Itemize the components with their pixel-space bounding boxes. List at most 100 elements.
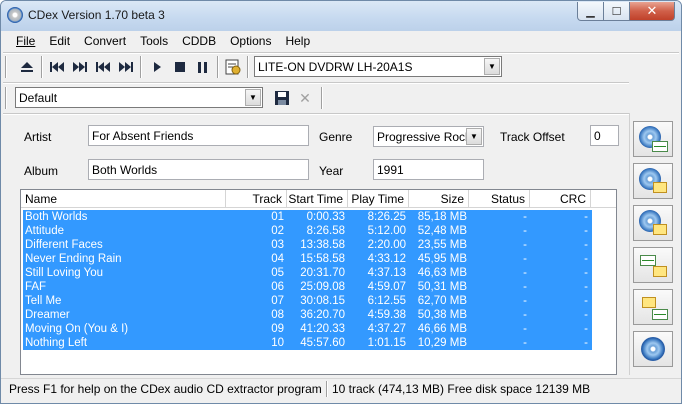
column-header-play-time[interactable]: Play Time bbox=[348, 190, 409, 208]
maximize-button[interactable]: ☐ bbox=[604, 2, 630, 21]
track-name: Dreamer bbox=[25, 309, 70, 321]
track-status: - bbox=[523, 211, 527, 223]
title-bar[interactable]: CDex Version 1.70 beta 3 ▁ ☐ ✕ bbox=[1, 1, 681, 31]
play-icon bbox=[154, 62, 161, 72]
column-header-start-time[interactable]: Start Time bbox=[287, 190, 348, 208]
column-header-size[interactable]: Size bbox=[409, 190, 469, 208]
track-name: FAF bbox=[25, 281, 47, 293]
column-header-name[interactable]: Name bbox=[21, 190, 226, 208]
track-offset-field[interactable]: 0 bbox=[590, 125, 619, 146]
album-label: Album bbox=[24, 164, 59, 178]
table-row[interactable]: FAF 06 25:09.08 4:59.07 50,31 MB - - bbox=[23, 280, 592, 294]
track-number: 10 bbox=[271, 337, 284, 349]
track-play-time: 1:01.15 bbox=[367, 337, 406, 349]
delete-profile-button[interactable]: ✕ bbox=[295, 88, 315, 108]
close-button[interactable]: ✕ bbox=[630, 2, 675, 21]
eject-icon bbox=[21, 62, 33, 72]
convert-wav-to-mp3-button[interactable] bbox=[633, 247, 673, 283]
track-start-time: 15:58.58 bbox=[300, 253, 345, 265]
track-crc: - bbox=[584, 239, 588, 251]
chevron-down-icon[interactable]: ▼ bbox=[245, 89, 261, 106]
column-header-status[interactable]: Status bbox=[469, 190, 530, 208]
stop-icon bbox=[175, 62, 185, 72]
extract-to-wav-button[interactable] bbox=[633, 121, 673, 157]
chevron-down-icon[interactable]: ▼ bbox=[484, 58, 500, 75]
track-list[interactable]: Name Track Start Time Play Time Size Sta… bbox=[20, 189, 617, 375]
track-status: - bbox=[523, 337, 527, 349]
column-header-crc[interactable]: CRC bbox=[530, 190, 591, 208]
column-header-track[interactable]: Track bbox=[226, 190, 287, 208]
caption-buttons: ▁ ☐ ✕ bbox=[577, 2, 675, 21]
table-row[interactable]: Both Worlds 01 0:00.33 8:26.25 85,18 MB - - bbox=[23, 210, 592, 224]
year-field[interactable]: 1991 bbox=[373, 159, 484, 180]
menu-tools[interactable]: Tools bbox=[133, 31, 175, 51]
transport-toolbar: LITE-ON DVDRW LH-20A1S ▼ bbox=[1, 53, 681, 81]
menu-edit[interactable]: Edit bbox=[42, 31, 77, 51]
convert-mp3-to-wav-button[interactable] bbox=[633, 289, 673, 325]
toolbar-separator bbox=[217, 56, 219, 78]
stop-button[interactable] bbox=[170, 57, 190, 77]
track-size: 62,70 MB bbox=[417, 295, 467, 307]
track-number: 09 bbox=[271, 323, 284, 335]
track-name: Different Faces bbox=[25, 239, 103, 251]
eject-button[interactable] bbox=[17, 57, 37, 77]
drive-select[interactable]: LITE-ON DVDRW LH-20A1S ▼ bbox=[254, 56, 502, 77]
track-name: Both Worlds bbox=[25, 211, 88, 223]
extract-partial-button[interactable] bbox=[633, 205, 673, 241]
genre-select[interactable]: Progressive Rock ▼ bbox=[373, 126, 484, 147]
toolbar-separator bbox=[41, 56, 43, 78]
play-button[interactable] bbox=[147, 57, 167, 77]
menu-help[interactable]: Help bbox=[278, 31, 317, 51]
maximize-icon: ☐ bbox=[611, 5, 622, 18]
menu-convert[interactable]: Convert bbox=[77, 31, 133, 51]
table-row[interactable]: Still Loving You 05 20:31.70 4:37.13 46,63 M… bbox=[23, 266, 592, 280]
track-number: 02 bbox=[271, 225, 284, 237]
artist-label: Artist bbox=[24, 130, 52, 144]
minimize-button[interactable]: ▁ bbox=[577, 2, 604, 21]
track-play-time: 6:12.55 bbox=[367, 295, 406, 307]
track-status: - bbox=[523, 295, 527, 307]
chevron-down-icon[interactable]: ▼ bbox=[466, 128, 482, 145]
track-start-time: 30:08.15 bbox=[300, 295, 345, 307]
table-row[interactable]: Different Faces 03 13:38.58 2:20.00 23,55 MB… bbox=[23, 238, 592, 252]
track-play-time: 4:37.13 bbox=[367, 267, 406, 279]
track-status: - bbox=[523, 267, 527, 279]
previous-track-button[interactable] bbox=[93, 57, 113, 77]
table-row[interactable]: Dreamer 08 36:20.70 4:59.38 50,38 MB - - bbox=[23, 308, 592, 322]
next-track-button[interactable] bbox=[116, 57, 136, 77]
fast-forward-button[interactable] bbox=[70, 57, 90, 77]
track-rows: Both Worlds 01 0:00.33 8:26.25 85,18 MB - - Att… bbox=[23, 210, 592, 350]
track-play-time: 4:59.38 bbox=[367, 309, 406, 321]
table-row[interactable]: Never Ending Rain 04 15:58.58 4:33.12 45,95 … bbox=[23, 252, 592, 266]
table-row[interactable]: Moving On (You & I) 09 41:20.33 4:37.27 46,6… bbox=[23, 322, 592, 336]
pause-button[interactable] bbox=[193, 57, 213, 77]
table-row[interactable]: Attitude 02 8:26.58 5:12.00 52,48 MB - - bbox=[23, 224, 592, 238]
track-play-time: 4:33.12 bbox=[367, 253, 406, 265]
save-profile-button[interactable] bbox=[272, 88, 292, 108]
menu-options[interactable]: Options bbox=[223, 31, 278, 51]
track-crc: - bbox=[584, 295, 588, 307]
previous-track-icon bbox=[96, 62, 110, 72]
track-play-time: 8:26.25 bbox=[367, 211, 406, 223]
album-field[interactable]: Both Worlds bbox=[88, 159, 309, 180]
artist-field[interactable]: For Absent Friends bbox=[88, 125, 309, 146]
menu-file[interactable]: File bbox=[9, 31, 42, 51]
close-icon: ✕ bbox=[299, 89, 311, 106]
cd-info-button[interactable] bbox=[223, 57, 243, 77]
toolbar-separator bbox=[140, 56, 142, 78]
cddb-query-button[interactable] bbox=[633, 331, 673, 367]
track-name: Attitude bbox=[25, 225, 64, 237]
track-size: 23,55 MB bbox=[417, 239, 467, 251]
track-crc: - bbox=[584, 337, 588, 349]
rewind-button[interactable] bbox=[47, 57, 67, 77]
extract-to-mp3-button[interactable] bbox=[633, 163, 673, 199]
track-size: 10,29 MB bbox=[417, 337, 467, 349]
toolbar-separator bbox=[321, 87, 323, 109]
track-size: 50,31 MB bbox=[417, 281, 467, 293]
form-divider bbox=[3, 113, 629, 115]
menu-cddb[interactable]: CDDB bbox=[175, 31, 223, 51]
table-row[interactable]: Nothing Left 10 45:57.60 1:01.15 10,29 MB - - bbox=[23, 336, 592, 350]
profile-select[interactable]: Default ▼ bbox=[15, 87, 263, 108]
table-row[interactable]: Tell Me 07 30:08.15 6:12.55 62,70 MB - - bbox=[23, 294, 592, 308]
track-name: Nothing Left bbox=[25, 337, 88, 349]
